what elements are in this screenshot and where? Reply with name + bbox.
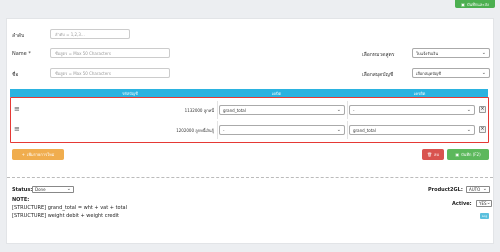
close-icon: × [480,106,485,112]
debit-value: - [223,127,225,133]
structure-note-1: [STRUCTURE] grand_total = wht + vat + to… [12,205,127,211]
log-badge-label: Log [481,214,488,218]
group-value: เลือกสมุดบัญชี [416,70,441,76]
remove-row-button[interactable]: × [479,126,486,133]
trash-icon: 🗑 [426,152,433,157]
active-label: Active: [452,201,472,207]
divider [217,101,218,119]
debit-value: grand_total [223,107,246,113]
chevron-down-icon: ⌄ [481,49,486,56]
status-label: Status: [12,187,33,193]
add-row-label: เพิ่มรายการใหม่ [26,152,55,157]
close-icon: × [480,126,485,132]
divider [217,121,218,139]
name-placeholder: ชื่อสูตร = Max 50 Characters [55,50,111,56]
chevron-down-icon: ⌄ [486,200,491,206]
table-header: รหัสบัญชี เดบิต เครดิต [10,89,488,97]
log-badge[interactable]: Log [480,213,489,219]
status-select[interactable]: Done ⌄ [32,186,74,193]
save-icon: ▣ [461,1,465,7]
divider [347,101,348,119]
save-button[interactable]: ▣ บันทึก (F2) [447,149,489,160]
seq-input[interactable]: ลำดับ = 1,2,3... [50,29,130,39]
credit-select[interactable]: - ⌄ [349,105,475,115]
drag-handle-icon[interactable]: ≡ [14,126,20,133]
divider [347,121,348,139]
top-save-send-label: บันทึกและส่ง [466,1,489,7]
account-cell[interactable]: 1202000 ลูกหนี้เงินกู้ [21,122,216,138]
add-row-button[interactable]: + เพิ่มรายการใหม่ [12,149,64,160]
chevron-down-icon: ⌄ [481,69,486,76]
debit-select[interactable]: - ⌄ [219,125,345,135]
category-value: ใบแจ้งรับเงิน [416,50,439,56]
account-value: 1202000 ลูกหนี้เงินกู้ [176,127,214,133]
col-credit-header: เครดิต [414,91,426,96]
debit-select[interactable]: grand_total ⌄ [219,105,345,115]
credit-value: grand_total [353,127,376,133]
chevron-down-icon: ⌄ [336,106,341,113]
top-save-send-button[interactable]: ▣ บันทึกและส่ง [455,0,495,8]
save-icon: ▣ [455,152,460,157]
chevron-down-icon: ⌄ [482,186,487,192]
category-label: เลือกหมวดสูตร [362,52,395,58]
remove-row-button[interactable]: × [479,106,486,113]
name2-placeholder: ชื่อสูตร = Max 50 Characters [55,70,111,76]
product2gl-label: Product2GL: [428,187,463,193]
group-label: เลือกสมุดบัญชี [362,72,394,78]
col-account-header: รหัสบัญชี [122,91,138,96]
name-label: Name * [12,51,31,57]
active-select[interactable]: YES ⌄ [476,200,492,207]
table-row: ≡ 1202000 ลูกหนี้เงินกู้ - ⌄ grand_total… [11,120,487,140]
delete-button[interactable]: 🗑 ลบ [422,149,444,160]
seq-label: ลำดับ [12,33,25,39]
structure-note-2: [STRUCTURE] weight debit + weight credit [12,213,120,219]
col-debit-header: เดบิต [272,91,282,96]
account-value: 1132000 ลูกหนี้ [184,107,214,113]
section-divider [7,177,493,178]
status-value: Done [35,187,46,192]
drag-handle-icon[interactable]: ≡ [14,106,20,113]
credit-select[interactable]: grand_total ⌄ [349,125,475,135]
seq-placeholder: ลำดับ = 1,2,3... [55,31,85,37]
name-input[interactable]: ชื่อสูตร = Max 50 Characters [50,48,170,58]
chevron-down-icon: ⌄ [466,106,471,113]
delete-label: ลบ [434,152,440,157]
highlight-box: ≡ 1132000 ลูกหนี้ grand_total ⌄ - ⌄ × ≡ … [10,97,489,143]
save-label: บันทึก (F2) [461,152,481,157]
account-cell[interactable]: 1132000 ลูกหนี้ [21,102,216,118]
plus-icon: + [21,152,25,157]
chevron-down-icon: ⌄ [466,126,471,133]
table-row: ≡ 1132000 ลูกหนี้ grand_total ⌄ - ⌄ × [11,100,487,120]
active-value: YES [479,201,487,206]
chevron-down-icon: ⌄ [66,186,71,192]
chevron-down-icon: ⌄ [336,126,341,133]
name2-input[interactable]: ชื่อสูตร = Max 50 Characters [50,68,170,78]
product2gl-value: AUTO [469,187,481,192]
product2gl-select[interactable]: AUTO ⌄ [466,186,490,193]
credit-value: - [353,107,355,113]
category-select[interactable]: ใบแจ้งรับเงิน ⌄ [412,48,490,58]
group-select[interactable]: เลือกสมุดบัญชี ⌄ [412,68,490,78]
name2-label: ชื่อ [12,72,19,78]
note-label: NOTE: [12,197,30,203]
